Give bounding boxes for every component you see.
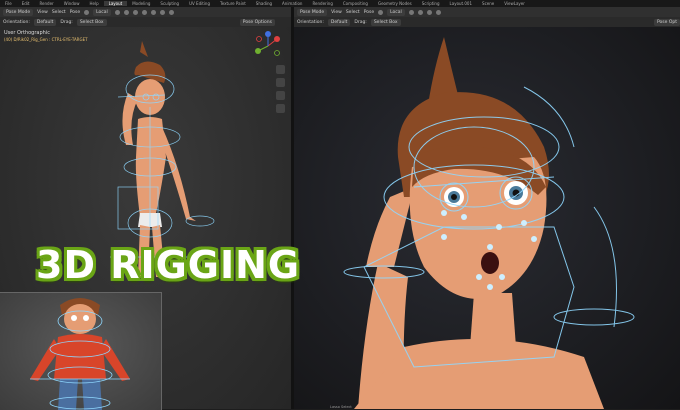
shading-rendered-icon[interactable] [168, 9, 174, 15]
scene-selector[interactable]: Scene [477, 1, 499, 6]
right-drag-label: Drag: [354, 19, 367, 25]
snap-icon[interactable] [114, 9, 120, 15]
tab-rendering[interactable]: Rendering [307, 1, 337, 6]
right-menu-pose[interactable]: Pose [364, 10, 374, 15]
left-menu-select[interactable]: Select [52, 10, 66, 15]
left-drag-dropdown[interactable]: Select Box [76, 18, 107, 26]
view-layer-selector[interactable]: ViewLayer [499, 1, 530, 6]
shading-solid-icon[interactable] [150, 9, 156, 15]
left-drag-label: Drag: [60, 19, 73, 25]
tab-scripting[interactable]: Scripting [417, 1, 445, 6]
shading-material-icon[interactable] [159, 9, 165, 15]
character-thumbnail [0, 292, 162, 410]
menu-file[interactable]: File [0, 1, 17, 6]
right-pivot-icon[interactable] [378, 9, 384, 15]
right-menu-view[interactable]: View [331, 10, 342, 15]
right-menu-select[interactable]: Select [346, 10, 360, 15]
tab-compositing[interactable]: Compositing [338, 1, 373, 6]
left-orientation-dropdown[interactable]: Default [33, 18, 57, 26]
right-shading-icon[interactable] [435, 9, 441, 15]
right-overlay-icon[interactable] [417, 9, 423, 15]
left-menu-pose[interactable]: Pose [70, 10, 80, 15]
thumbnail-rigged-character [30, 298, 130, 410]
right-viewport-area: Pose Mode View Select Pose Local Orienta… [294, 7, 680, 409]
left-menu-view[interactable]: View [37, 10, 48, 15]
tab-uv-editing[interactable]: UV Editing [184, 1, 215, 6]
right-tool-settings: Orientation: Default Drag: Select Box Po… [294, 17, 680, 27]
right-orientation-dropdown[interactable]: Default [327, 18, 351, 26]
right-mode-dropdown[interactable]: Pose Mode [297, 8, 328, 16]
right-pose-options-button[interactable]: Pose Opt [653, 18, 680, 26]
right-drag-dropdown[interactable]: Select Box [370, 18, 401, 26]
transform-pivot-icon[interactable] [84, 9, 90, 15]
tab-layout[interactable]: Layout [103, 1, 128, 6]
menu-help[interactable]: Help [84, 1, 103, 6]
right-transform-dropdown[interactable]: Local [387, 8, 405, 16]
left-viewport-header: Pose Mode View Select Pose Local [0, 7, 291, 17]
right-xray-icon[interactable] [426, 9, 432, 15]
left-transform-dropdown[interactable]: Local [93, 8, 111, 16]
tab-sculpting[interactable]: Sculpting [155, 1, 184, 6]
xray-icon[interactable] [141, 9, 147, 15]
right-rigged-character-closeup[interactable] [294, 27, 680, 409]
menu-render[interactable]: Render [34, 1, 58, 6]
left-mode-dropdown[interactable]: Pose Mode [3, 8, 34, 16]
overlay-icon[interactable] [132, 9, 138, 15]
left-tool-settings: Orientation: Default Drag: Select Box Po… [0, 17, 291, 27]
tab-layout-001[interactable]: Layout.001 [445, 1, 478, 6]
tab-texture-paint[interactable]: Texture Paint [215, 1, 251, 6]
right-viewport-header: Pose Mode View Select Pose Local [294, 7, 680, 17]
left-pose-options-button[interactable]: Pose Options [239, 18, 275, 26]
right-orientation-label: Orientation: [297, 19, 324, 25]
proportional-edit-icon[interactable] [123, 9, 129, 15]
status-bar-text: Lasso Select [330, 405, 352, 409]
tab-animation[interactable]: Animation [277, 1, 307, 6]
rigging-banner-title: 3D RIGGING [36, 243, 301, 287]
tab-geometry-nodes[interactable]: Geometry Nodes [373, 1, 417, 6]
menu-window[interactable]: Window [59, 1, 85, 6]
tab-shading[interactable]: Shading [251, 1, 277, 6]
top-bar: File Edit Render Window Help Layout Mode… [0, 0, 680, 7]
menu-edit[interactable]: Edit [17, 1, 35, 6]
right-snap-icon[interactable] [408, 9, 414, 15]
left-orientation-label: Orientation: [3, 19, 30, 25]
tab-modeling[interactable]: Modeling [127, 1, 155, 6]
